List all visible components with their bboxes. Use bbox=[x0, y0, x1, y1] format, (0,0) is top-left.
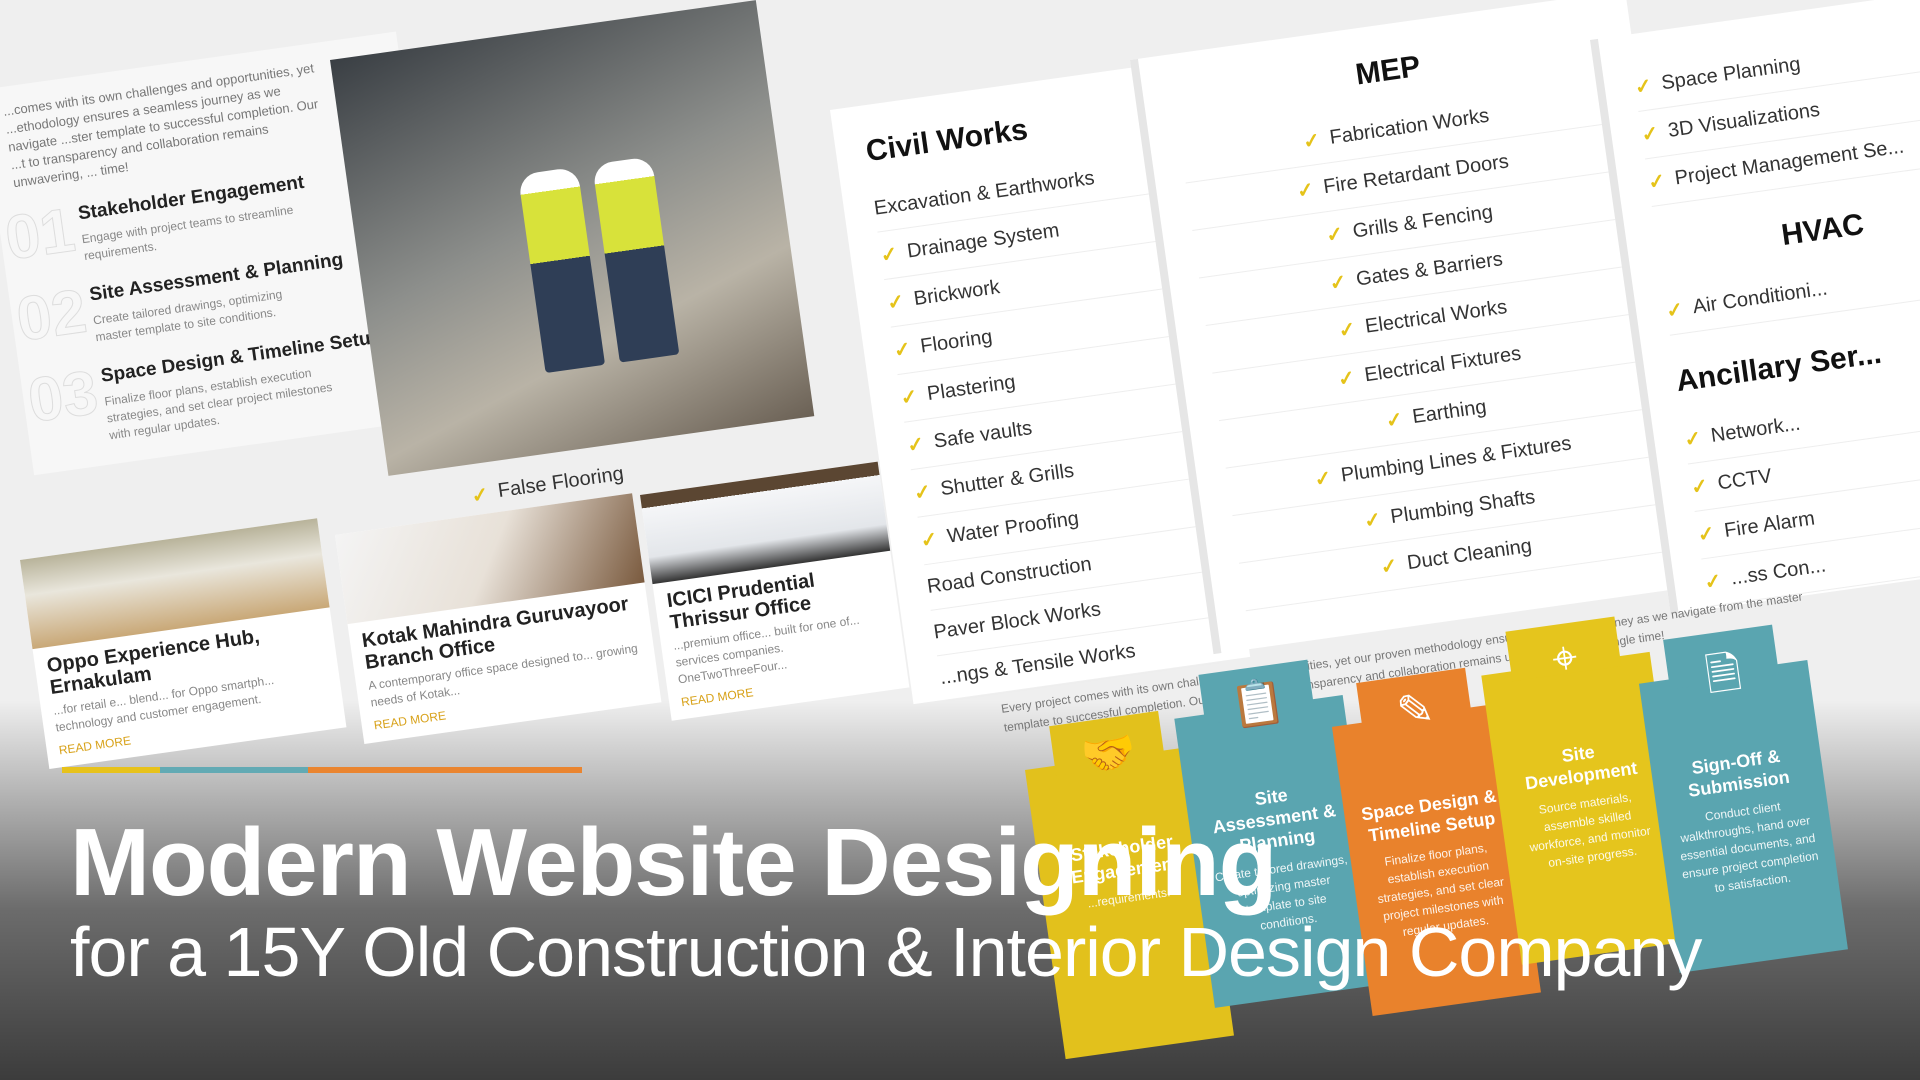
check-icon: ✓ bbox=[906, 433, 926, 458]
check-icon: ✓ bbox=[1362, 508, 1383, 533]
service-item-label: Space Planning bbox=[1659, 53, 1802, 95]
service-item-label: Duct Cleaning bbox=[1405, 534, 1534, 575]
service-item-label: Electrical Works bbox=[1363, 296, 1509, 338]
check-icon: ✓ bbox=[1703, 570, 1723, 595]
project-card[interactable]: Kotak Mahindra Guruvayoor Branch Office … bbox=[335, 493, 662, 744]
service-item-label: ...ss Con... bbox=[1729, 554, 1828, 590]
service-item-label: CCTV bbox=[1716, 465, 1774, 495]
step-number: 01 bbox=[1, 195, 80, 274]
service-item-label: Electrical Fixtures bbox=[1363, 342, 1523, 387]
project-card[interactable]: Oppo Experience Hub, Ernakulam ...for re… bbox=[20, 518, 347, 769]
check-icon: ✓ bbox=[1696, 522, 1717, 547]
service-item-label: Grills & Fencing bbox=[1351, 201, 1495, 243]
check-icon: ✓ bbox=[1337, 318, 1358, 343]
check-icon: ✓ bbox=[1689, 475, 1710, 500]
check-icon: ✓ bbox=[1665, 298, 1685, 323]
check-icon: ✓ bbox=[1313, 467, 1333, 492]
project-card[interactable]: ICICI Prudential Thrissur Office ...prem… bbox=[640, 461, 910, 721]
service-item-label: Network... bbox=[1709, 412, 1802, 447]
process-intro: ...comes with its own challenges and opp… bbox=[2, 60, 320, 191]
accent-bar-yellow bbox=[62, 767, 160, 773]
check-icon: ✓ bbox=[892, 338, 913, 363]
check-icon: ✓ bbox=[1633, 74, 1654, 100]
worker-figure bbox=[592, 156, 680, 363]
service-item-label: Safe vaults bbox=[932, 417, 1034, 453]
headline: Modern Website Designing bbox=[70, 809, 1277, 916]
check-icon: ✓ bbox=[1295, 178, 1316, 203]
service-item-label: Plumbing Shafts bbox=[1389, 486, 1537, 529]
collage: ...comes with its own challenges and opp… bbox=[0, 0, 1920, 1080]
service-item-label: Water Proofing bbox=[945, 507, 1081, 548]
check-icon: ✓ bbox=[1324, 223, 1345, 248]
step-number: 03 bbox=[24, 357, 103, 436]
step-number: 02 bbox=[12, 276, 91, 355]
service-item-label: Brickwork bbox=[912, 276, 1002, 311]
accent-bar-teal bbox=[160, 767, 308, 773]
service-item-label: Air Conditioni... bbox=[1691, 277, 1829, 319]
check-icon: ✓ bbox=[1683, 427, 1703, 452]
check-icon: ✓ bbox=[912, 480, 933, 505]
check-icon: ✓ bbox=[470, 483, 490, 508]
accent-bar-orange bbox=[308, 767, 582, 773]
service-item-label: Earthing bbox=[1411, 395, 1488, 429]
service-item-label: Flooring bbox=[919, 325, 994, 358]
service-item-label: Drainage System bbox=[905, 219, 1061, 263]
service-item-label: Gates & Barriers bbox=[1354, 248, 1505, 291]
check-icon: ✓ bbox=[1328, 271, 1349, 296]
check-icon: ✓ bbox=[1646, 170, 1667, 195]
service-item-label: Fire Alarm bbox=[1722, 507, 1817, 542]
check-icon: ✓ bbox=[1336, 366, 1357, 392]
check-icon: ✓ bbox=[919, 528, 940, 553]
worker-figure bbox=[517, 166, 606, 374]
ancillary-title: Ancillary Ser... bbox=[1674, 336, 1884, 399]
check-icon: ✓ bbox=[899, 385, 920, 410]
service-item-label: 3D Visualizations bbox=[1666, 98, 1822, 142]
check-icon: ✓ bbox=[886, 290, 906, 315]
check-icon: ✓ bbox=[879, 243, 899, 268]
check-icon: ✓ bbox=[1384, 408, 1405, 433]
check-icon: ✓ bbox=[1640, 122, 1660, 147]
service-item-label: Shutter & Grills bbox=[939, 459, 1076, 501]
process-tab-desc: Source materials, assemble skilled workf… bbox=[1528, 789, 1652, 871]
check-icon: ✓ bbox=[1301, 129, 1322, 154]
check-icon: ✓ bbox=[1379, 554, 1400, 579]
workers-photo bbox=[330, 0, 815, 476]
process-tab-desc: Conduct client walkthroughs, hand over e… bbox=[1679, 799, 1820, 896]
service-item-label: Plastering bbox=[925, 370, 1017, 406]
subheadline: for a 15Y Old Construction & Interior De… bbox=[70, 913, 1702, 991]
